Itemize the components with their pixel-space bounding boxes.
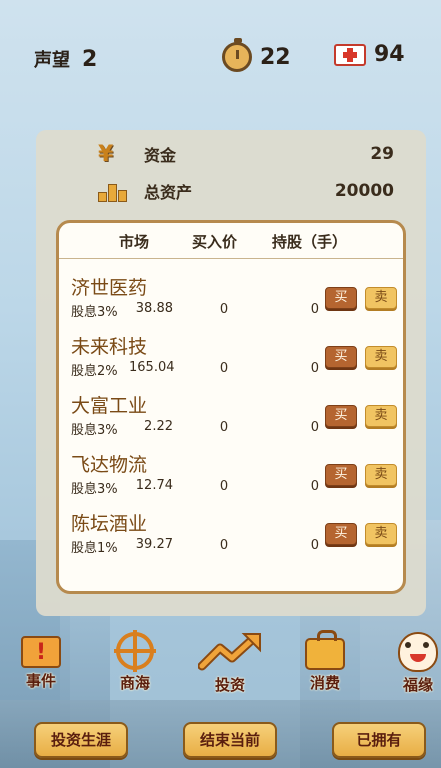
stock-dividend: 股息3% xyxy=(71,482,118,497)
stock-row: 济世医药 股息3% 38.88 0 0 买 卖 xyxy=(59,267,403,325)
buy-button[interactable]: 买 xyxy=(325,346,357,368)
time-value: 22 xyxy=(260,44,291,70)
nav-consume-label: 消费 xyxy=(309,674,340,692)
stock-holding: 0 xyxy=(310,479,319,494)
gold-bars-icon xyxy=(98,180,130,202)
investment-career-button[interactable]: 投资生涯 xyxy=(34,722,128,758)
stock-holding: 0 xyxy=(310,538,319,553)
red-cross-icon xyxy=(334,43,366,66)
header-market: 市场 xyxy=(119,233,150,251)
buy-button[interactable]: 买 xyxy=(325,523,357,545)
stock-name: 济世医药 xyxy=(71,277,148,299)
buy-button[interactable]: 买 xyxy=(325,464,357,486)
stock-price: 12.74 xyxy=(135,478,173,493)
stock-price: 38.88 xyxy=(135,301,173,316)
header-buy-price: 买入价 xyxy=(192,233,238,251)
fame-stat: 声望 2 xyxy=(34,46,97,72)
header-holding: 持股（手） xyxy=(272,233,348,251)
stock-buy-price: 0 xyxy=(219,479,229,494)
fame-label: 声望 xyxy=(34,50,70,71)
total-assets-label: 总资产 xyxy=(144,183,193,202)
time-stat: 22 xyxy=(222,38,291,72)
nav-business[interactable]: 商海 xyxy=(103,630,167,696)
market-header: 市场 买入价 持股（手） xyxy=(59,223,403,259)
stock-buy-price: 0 xyxy=(219,361,229,376)
lucky-cat-icon xyxy=(398,632,438,672)
stock-dividend: 股息1% xyxy=(71,541,118,556)
stock-row: 陈坛酒业 股息1% 39.27 0 0 买 卖 xyxy=(59,503,403,561)
yen-icon: ¥ xyxy=(98,141,114,167)
stock-name: 大富工业 xyxy=(71,395,148,417)
stock-holding: 0 xyxy=(310,420,319,435)
stock-holding: 0 xyxy=(310,302,319,317)
health-value: 94 xyxy=(374,42,405,67)
nav-business-label: 商海 xyxy=(119,674,150,692)
nav-invest[interactable]: 投资 xyxy=(198,632,262,696)
stock-dividend: 股息3% xyxy=(71,305,118,320)
sell-button[interactable]: 卖 xyxy=(365,523,397,545)
stock-buy-price: 0 xyxy=(219,538,229,553)
sell-button[interactable]: 卖 xyxy=(365,346,397,368)
total-assets-value: 20000 xyxy=(334,181,394,201)
sell-button[interactable]: 卖 xyxy=(365,464,397,486)
health-stat: 94 xyxy=(334,42,405,67)
total-assets-row: 总资产 20000 xyxy=(36,176,426,206)
bottom-nav: 事件 商海 投资 消费 福缘 xyxy=(0,630,441,696)
stock-name: 未来科技 xyxy=(71,336,148,358)
stock-price: 165.04 xyxy=(129,360,175,375)
stock-name: 飞达物流 xyxy=(71,454,148,476)
alert-icon xyxy=(21,636,61,668)
funds-label: 资金 xyxy=(144,146,177,165)
stopwatch-icon xyxy=(222,38,252,72)
shopping-bag-icon xyxy=(305,630,345,670)
stock-buy-price: 0 xyxy=(219,420,229,435)
stock-price: 2.22 xyxy=(144,419,173,434)
stock-price: 39.27 xyxy=(135,537,173,552)
stock-dividend: 股息3% xyxy=(71,423,118,438)
stock-market-table: 市场 买入价 持股（手） 济世医药 股息3% 38.88 0 0 买 卖 未来科… xyxy=(56,220,406,594)
buy-button[interactable]: 买 xyxy=(325,405,357,427)
nav-events-label: 事件 xyxy=(25,672,56,690)
investment-panel: ¥ 资金 29 总资产 20000 市场 买入价 持股（手） 济世医药 股息3%… xyxy=(36,130,426,616)
end-current-button[interactable]: 结束当前 xyxy=(183,722,277,758)
stock-buy-price: 0 xyxy=(219,302,229,317)
stock-name: 陈坛酒业 xyxy=(71,513,148,535)
crosshair-icon xyxy=(114,630,156,672)
nav-fortune-label: 福缘 xyxy=(402,676,433,694)
sell-button[interactable]: 卖 xyxy=(365,405,397,427)
buy-button[interactable]: 买 xyxy=(325,287,357,309)
nav-events[interactable]: 事件 xyxy=(9,632,73,696)
stock-row: 飞达物流 股息3% 12.74 0 0 买 卖 xyxy=(59,444,403,502)
stock-holding: 0 xyxy=(310,361,319,376)
trend-up-icon xyxy=(198,632,261,672)
top-status-bar: 声望 2 22 94 xyxy=(0,38,441,80)
sell-button[interactable]: 卖 xyxy=(365,287,397,309)
funds-value: 29 xyxy=(370,144,394,164)
stock-dividend: 股息2% xyxy=(71,364,118,379)
owned-button[interactable]: 已拥有 xyxy=(332,722,426,758)
nav-invest-label: 投资 xyxy=(214,676,245,694)
funds-row: ¥ 资金 29 xyxy=(36,139,426,169)
nav-consume[interactable]: 消费 xyxy=(293,630,357,696)
nav-fortune[interactable]: 福缘 xyxy=(386,632,441,696)
fame-value: 2 xyxy=(82,46,98,72)
stock-row: 大富工业 股息3% 2.22 0 0 买 卖 xyxy=(59,385,403,443)
stock-row: 未来科技 股息2% 165.04 0 0 买 卖 xyxy=(59,326,403,384)
